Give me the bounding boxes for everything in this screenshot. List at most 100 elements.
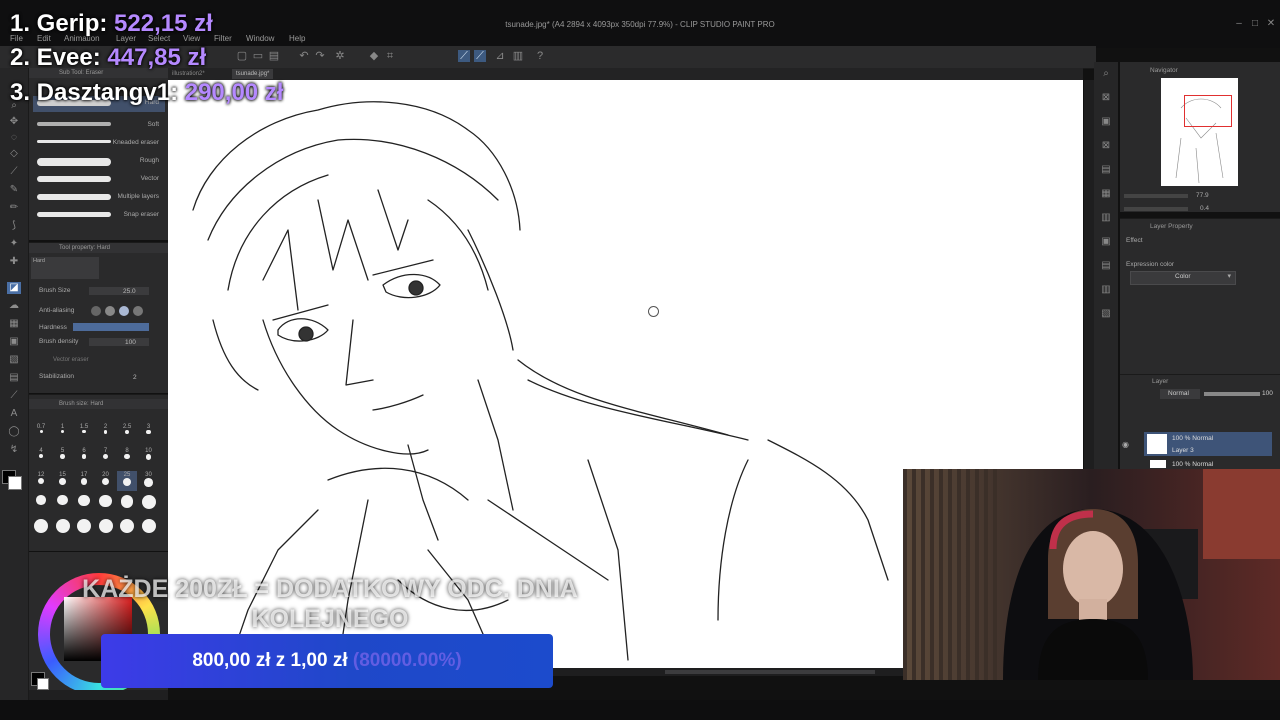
menu-help[interactable]: Help	[289, 34, 305, 43]
snap-grid-icon[interactable]: ⊿	[494, 50, 506, 62]
balloon-tool-icon[interactable]: ◯	[7, 426, 21, 438]
subtool-multiple-layers[interactable]: Multiple layers	[33, 190, 165, 206]
brush-size-option[interactable]: 170	[74, 519, 94, 539]
open-file-icon[interactable]: ▭	[252, 50, 264, 62]
brush-size-option[interactable]: 6	[74, 447, 94, 467]
brush-size-option[interactable]: 100	[139, 495, 159, 515]
aa-strong-button[interactable]	[133, 306, 143, 316]
auto-action-icon[interactable]: ▣	[1100, 236, 1112, 248]
frame-tool-icon[interactable]: ▤	[7, 372, 21, 384]
brush-size-option[interactable]: 30	[139, 471, 159, 491]
expression-color-select[interactable]: Color ▾	[1130, 271, 1236, 285]
color-history-icon[interactable]: ▥	[1100, 284, 1112, 296]
pencil-tool-icon[interactable]: ✏	[7, 202, 21, 214]
aa-medium-button[interactable]	[119, 306, 129, 316]
brush-size-option[interactable]: 7	[96, 447, 116, 467]
blend-tool-icon[interactable]: ☁	[7, 300, 21, 312]
history-icon[interactable]: ⊠	[1100, 140, 1112, 152]
aa-none-button[interactable]	[91, 306, 101, 316]
brush-size-option[interactable]: 150	[53, 519, 73, 539]
fill-icon[interactable]: ◆	[368, 50, 380, 62]
opacity-slider[interactable]	[1204, 392, 1260, 396]
minimize-icon[interactable]: –	[1232, 18, 1246, 30]
move-tool-icon[interactable]: ✥	[7, 116, 21, 128]
brush-size-option[interactable]: 250	[117, 519, 137, 539]
settings-icon[interactable]: ✲	[334, 50, 346, 62]
help-icon[interactable]: ?	[534, 50, 546, 62]
eyedropper-tool-icon[interactable]: ⟋	[7, 166, 21, 178]
transform-icon[interactable]: ⌗	[384, 50, 396, 62]
brush-size-option[interactable]: 60	[74, 495, 94, 515]
rotate-slider[interactable]	[1124, 207, 1188, 211]
search-icon[interactable]: ⌕	[1100, 68, 1112, 80]
aa-weak-button[interactable]	[105, 306, 115, 316]
brush-size-option[interactable]: 80	[117, 495, 137, 515]
fill-tool-icon[interactable]: ▦	[7, 318, 21, 330]
menu-filter[interactable]: Filter	[214, 34, 232, 43]
brush-size-option[interactable]: 1.5	[74, 423, 94, 443]
correct-line-tool-icon[interactable]: ↯	[7, 444, 21, 456]
material-icon[interactable]: ⊠	[1100, 92, 1112, 104]
figure-tool-icon[interactable]: ▧	[7, 354, 21, 366]
snap-ruler-icon[interactable]: ⟋	[458, 50, 470, 62]
brush-size-option[interactable]: 1	[53, 423, 73, 443]
brush-size-option[interactable]: 4	[31, 447, 51, 467]
brush-density-slider[interactable]	[89, 338, 149, 346]
subtool-snap-eraser[interactable]: Snap eraser	[33, 208, 165, 224]
subtool-soft[interactable]: Soft	[33, 118, 165, 134]
brush-size-option[interactable]: 25	[117, 471, 137, 491]
close-icon[interactable]: ✕	[1264, 18, 1278, 30]
decoration-tool-icon[interactable]: ✚	[7, 256, 21, 268]
ruler-icon[interactable]: ▥	[512, 50, 524, 62]
brush-size-option[interactable]: 20	[96, 471, 116, 491]
subtool-vector[interactable]: Vector	[33, 172, 165, 188]
menu-window[interactable]: Window	[246, 34, 274, 43]
brush-size-option[interactable]: 2	[96, 423, 116, 443]
brush-tool-icon[interactable]: ⟆	[7, 220, 21, 232]
layer-search-icon[interactable]: ▤	[1100, 164, 1112, 176]
brush-size-option[interactable]: 8	[117, 447, 137, 467]
tab-tsunade[interactable]: tsunade.jpg*	[232, 69, 274, 79]
brush-size-option[interactable]: 0.7	[31, 423, 51, 443]
color-set-icon[interactable]: ▤	[1100, 260, 1112, 272]
brush-size-option[interactable]: 120	[31, 519, 51, 539]
undo-icon[interactable]: ↶	[298, 50, 310, 62]
brush-size-option[interactable]: 15	[53, 471, 73, 491]
brush-size-option[interactable]: 5	[53, 447, 73, 467]
brush-size-option[interactable]: 50	[53, 495, 73, 515]
redo-icon[interactable]: ↷	[314, 50, 326, 62]
sub-color-swatch[interactable]	[8, 476, 22, 490]
eraser-tool-icon[interactable]: ◪	[7, 282, 21, 294]
item-bank-icon[interactable]: ▥	[1100, 212, 1112, 224]
pen-tool-icon[interactable]: ✎	[7, 184, 21, 196]
lasso-tool-icon[interactable]: ◌	[7, 132, 21, 144]
snap-special-ruler-icon[interactable]: ⟋	[474, 50, 486, 62]
maximize-icon[interactable]: □	[1248, 18, 1262, 30]
zoom-slider[interactable]	[1124, 194, 1188, 198]
brush-size-option[interactable]: 70	[96, 495, 116, 515]
brush-size-option[interactable]: 300	[139, 519, 159, 539]
brush-size-option[interactable]: 200	[96, 519, 116, 539]
gradient-tool-icon[interactable]: ▣	[7, 336, 21, 348]
text-tool-icon[interactable]: A	[7, 408, 21, 420]
brush-size-option[interactable]: 17	[74, 471, 94, 491]
eye-icon[interactable]: ◉	[1122, 440, 1129, 449]
new-file-icon[interactable]: ▢	[236, 50, 248, 62]
blend-mode-select[interactable]: Normal	[1160, 389, 1200, 399]
brush-size-option[interactable]: 3	[139, 423, 159, 443]
sub-view-icon[interactable]: ▣	[1100, 116, 1112, 128]
animation-icon[interactable]: ▦	[1100, 188, 1112, 200]
ruler-tool-icon[interactable]: ⟋	[7, 390, 21, 402]
brush-size-slider[interactable]	[89, 287, 149, 295]
brush-size-option[interactable]: 40	[31, 495, 51, 515]
selection-tool-icon[interactable]: ◇	[7, 148, 21, 160]
airbrush-tool-icon[interactable]: ✦	[7, 238, 21, 250]
save-icon[interactable]: ▤	[268, 50, 280, 62]
horizontal-scroll-thumb[interactable]	[665, 670, 875, 674]
subtool-rough[interactable]: Rough	[33, 154, 165, 170]
brush-size-option[interactable]: 12	[31, 471, 51, 491]
brush-size-option[interactable]: 10	[139, 447, 159, 467]
info-icon[interactable]: ▧	[1100, 308, 1112, 320]
sub-color-indicator[interactable]	[37, 678, 49, 690]
hardness-slider[interactable]	[73, 323, 149, 331]
